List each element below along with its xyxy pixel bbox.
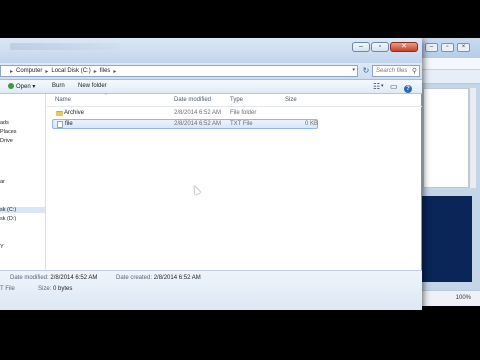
background-scrollbar[interactable] <box>469 88 476 188</box>
zoom-level: 100% <box>455 295 471 301</box>
breadcrumb-chevron-icon[interactable]: ▸ <box>45 68 48 75</box>
chevron-down-icon: ▾ <box>32 84 36 90</box>
breadcrumb-computer[interactable]: Computer <box>16 68 42 74</box>
preview-pane-icon[interactable]: ▭ <box>390 82 398 91</box>
background-menubar <box>419 58 480 70</box>
open-button[interactable]: Open ▾ <box>8 83 35 90</box>
column-header-name[interactable]: Name <box>55 95 71 106</box>
search-icon[interactable]: ⚲ <box>412 67 417 77</box>
detail-date-modified: Date modified: 2/8/2014 6:52 AM <box>10 275 97 281</box>
column-header-date-modified[interactable]: Date modified <box>174 95 211 106</box>
breadcrumb-chevron-icon[interactable]: ▸ <box>113 68 116 75</box>
background-close-button[interactable]: × <box>457 43 470 52</box>
detail-date-created: Date created: 2/8/2014 6:52 AM <box>116 275 201 281</box>
background-statusbar: 100% <box>419 290 480 306</box>
close-button[interactable]: ✕ <box>390 42 418 52</box>
explorer-titlebar[interactable]: – ▫ ✕ <box>0 38 422 63</box>
search-input[interactable]: Search files ⚲ <box>372 65 420 77</box>
text-file-icon <box>57 121 63 128</box>
background-maximize-button[interactable]: ▫ <box>441 43 454 52</box>
file-name: Archive <box>64 110 85 116</box>
burn-label: Burn <box>52 83 65 89</box>
file-row-archive[interactable]: Archive 2/8/2014 6:52 AM File folder <box>52 109 318 119</box>
detail-size-value: 0 bytes <box>53 286 73 292</box>
breadcrumb-files[interactable]: files <box>100 68 111 74</box>
breadcrumb-chevron-icon[interactable]: ▸ <box>94 68 97 75</box>
column-header-type[interactable]: Type <box>230 95 243 106</box>
background-window[interactable]: – ▫ × 100% <box>418 38 480 306</box>
nav-item-recent-places[interactable]: Places <box>0 129 17 135</box>
refresh-icon[interactable]: ↻ <box>361 65 371 77</box>
detail-size-label: Size: <box>38 286 52 292</box>
detail-type: T File <box>0 286 15 292</box>
file-name: file <box>65 121 73 127</box>
breadcrumb-local-disk[interactable]: Local Disk (C:) <box>51 68 90 74</box>
background-minimize-button[interactable]: – <box>425 43 438 52</box>
nav-item-local-disk-d[interactable]: sk (D:) <box>0 216 16 222</box>
folder-icon <box>56 111 63 116</box>
address-dropdown-icon[interactable]: ▾ <box>352 67 355 73</box>
detail-size: Size: 0 bytes <box>38 286 72 292</box>
details-pane: Date modified: 2/8/2014 6:52 AM Date cre… <box>0 270 422 310</box>
background-image-panel <box>421 196 472 282</box>
screen: – ▫ × 100% – ▫ ✕ ▸ Computer ▸ Local Disk… <box>0 0 480 360</box>
burn-button[interactable]: Burn <box>52 83 65 89</box>
maximize-button[interactable]: ▫ <box>371 42 389 52</box>
file-row-file[interactable]: file 2/8/2014 6:52 AM TXT File 0 KB <box>52 119 318 129</box>
new-folder-button[interactable]: New folder <box>78 83 107 89</box>
detail-date-modified-value: 2/8/2014 6:52 AM <box>50 275 98 281</box>
navigation-pane: ads Places Drive ar sk (C:) sk (D:) Y <box>0 94 46 270</box>
search-placeholder: Search files <box>376 68 408 74</box>
address-bar[interactable]: ▸ Computer ▸ Local Disk (C:) ▸ files ▸ ▾ <box>0 65 358 77</box>
nav-item-network[interactable]: Y <box>0 244 4 250</box>
background-document <box>423 88 469 188</box>
column-header-size[interactable]: Size <box>285 95 297 106</box>
help-button[interactable]: ? <box>404 83 412 93</box>
background-toolbar <box>419 70 480 84</box>
breadcrumb-chevron-icon: ▸ <box>10 68 14 75</box>
minimize-button[interactable]: – <box>352 42 370 52</box>
open-label: Open <box>16 84 31 90</box>
address-row: ▸ Computer ▸ Local Disk (C:) ▸ files ▸ ▾… <box>0 63 422 80</box>
file-size: 0 KB <box>305 121 319 127</box>
view-dropdown-icon[interactable]: ▾ <box>381 82 384 91</box>
detail-date-modified-label: Date modified: <box>10 275 49 281</box>
nav-item-local-disk-c[interactable]: sk (C:) <box>0 207 45 213</box>
background-titlebar[interactable]: – ▫ × <box>419 38 480 58</box>
open-icon <box>8 83 14 89</box>
sort-arrow-icon: ⌃ <box>104 93 109 99</box>
help-icon: ? <box>404 85 412 93</box>
nav-item-computer[interactable]: ar <box>0 179 5 185</box>
file-date-modified: 2/8/2014 6:52 AM <box>174 121 222 127</box>
file-type: TXT File <box>230 121 253 127</box>
explorer-window: – ▫ ✕ ▸ Computer ▸ Local Disk (C:) ▸ fil… <box>0 38 422 310</box>
view-options-icon[interactable]: ☷ <box>373 82 380 91</box>
detail-date-created-label: Date created: <box>116 275 153 281</box>
new-folder-label: New folder <box>78 83 107 89</box>
detail-date-created-value: 2/8/2014 6:52 AM <box>153 275 201 281</box>
letterbox-bottom <box>0 311 480 360</box>
command-bar: Open ▾ Burn New folder ☷ ▾ ▭ ? <box>0 80 422 94</box>
file-type: File folder <box>230 110 257 116</box>
header-divider <box>47 106 422 107</box>
nav-item-downloads[interactable]: ads <box>0 120 9 126</box>
file-date-modified: 2/8/2014 6:52 AM <box>174 110 222 116</box>
titlebar-blur <box>10 43 120 50</box>
nav-item-drive[interactable]: Drive <box>0 138 13 144</box>
